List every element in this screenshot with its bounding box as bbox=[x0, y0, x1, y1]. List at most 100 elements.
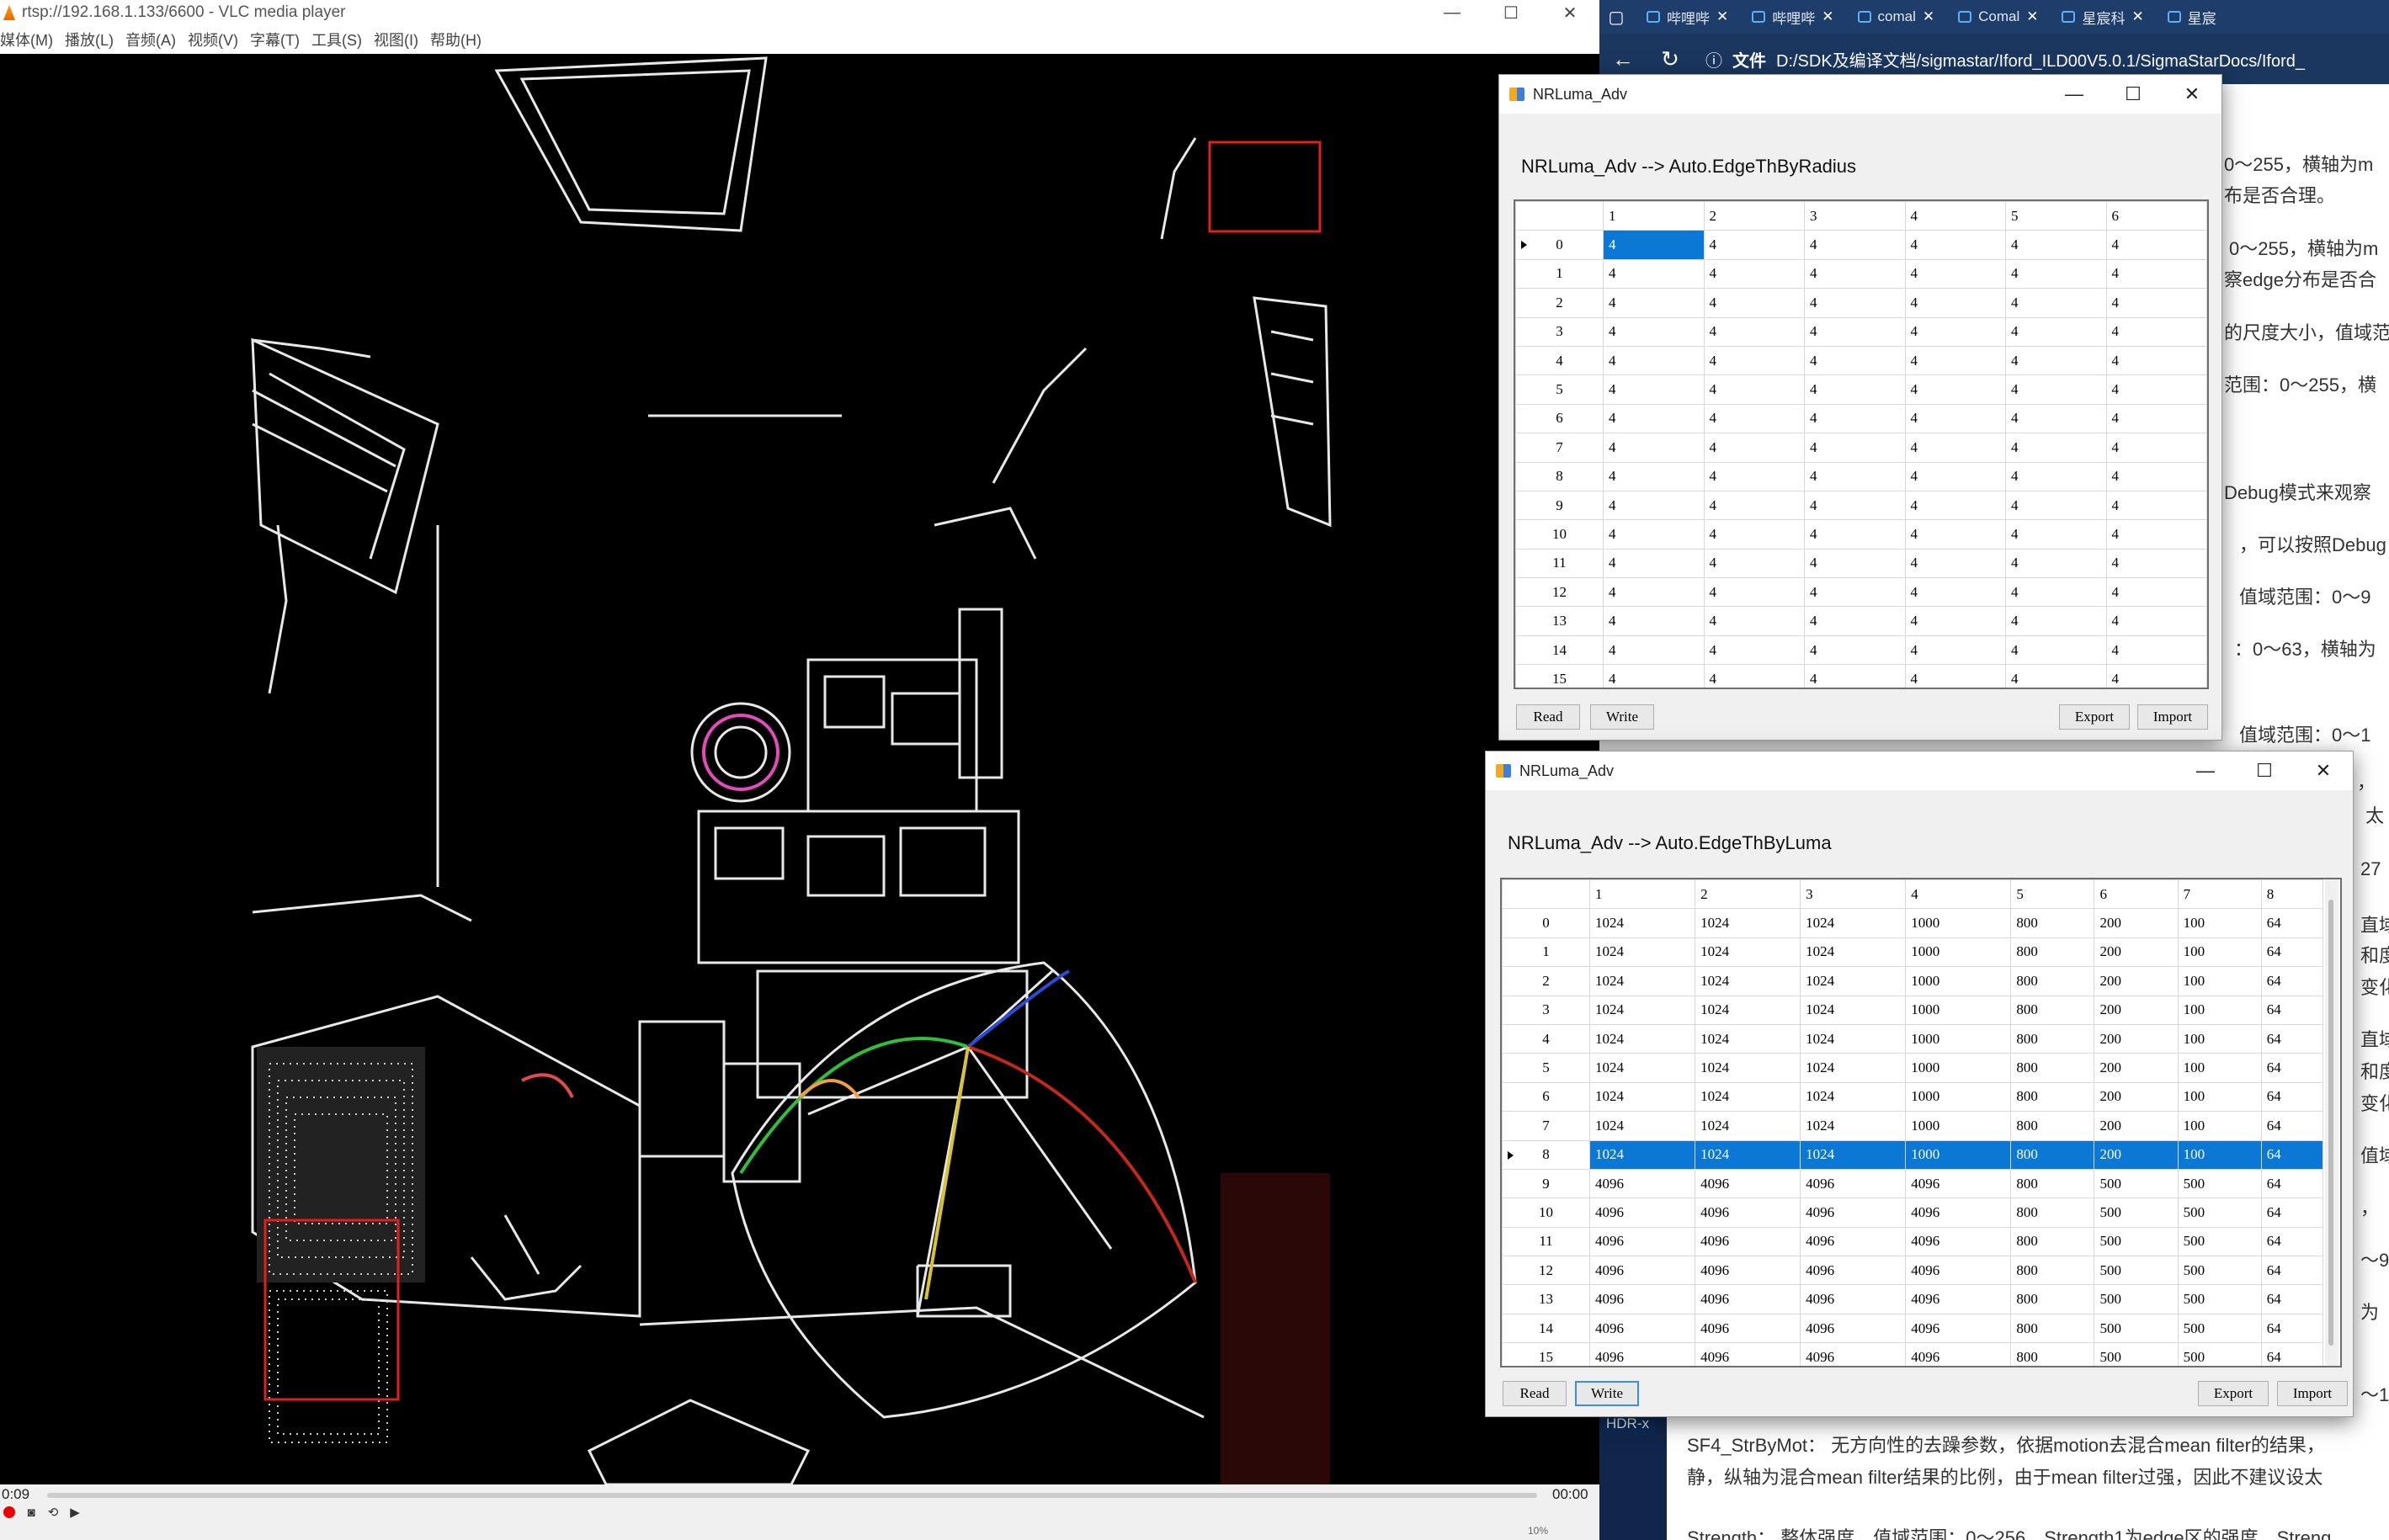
browser-tab[interactable]: 星宸科 ✕ bbox=[2051, 3, 2153, 30]
grid-cell[interactable]: 4096 bbox=[1695, 1168, 1801, 1199]
grid-cell[interactable]: 64 bbox=[2260, 1111, 2324, 1141]
grid-cell[interactable]: 4 bbox=[1804, 635, 1906, 666]
grid-cell[interactable]: 500 bbox=[2177, 1342, 2262, 1366]
table-row[interactable]: 6 1024 1024 1024 1000 800 200 100 64 bbox=[1502, 1081, 2324, 1113]
refresh-icon[interactable]: ↻ bbox=[1647, 46, 1694, 72]
grid-cell[interactable]: 4 bbox=[1904, 519, 2006, 550]
back-icon[interactable]: ← bbox=[1599, 46, 1647, 72]
grid-cell[interactable]: 500 bbox=[2094, 1197, 2179, 1228]
grid-cell[interactable]: 4 bbox=[1603, 461, 1705, 491]
row-header[interactable]: 5 bbox=[1515, 374, 1604, 405]
column-header[interactable]: 5 bbox=[2005, 201, 2107, 231]
row-header[interactable]: 2 bbox=[1515, 288, 1604, 318]
grid-cell[interactable]: 64 bbox=[2260, 1023, 2324, 1054]
grid-cell[interactable]: 1000 bbox=[1905, 937, 2012, 968]
grid-cell[interactable]: 4 bbox=[2005, 403, 2107, 434]
grid-cell[interactable]: 4 bbox=[1904, 258, 2006, 289]
grid-cell[interactable]: 500 bbox=[2177, 1197, 2262, 1228]
row-header[interactable]: 4 bbox=[1502, 1023, 1590, 1054]
grid-cell[interactable]: 4 bbox=[2105, 345, 2207, 376]
grid-cell[interactable]: 4 bbox=[2105, 577, 2207, 608]
grid-cell[interactable]: 800 bbox=[2010, 1342, 2095, 1366]
grid-cell[interactable]: 500 bbox=[2177, 1256, 2262, 1286]
row-header[interactable]: 10 bbox=[1502, 1197, 1590, 1228]
grid-cell[interactable]: 1024 bbox=[1588, 995, 1696, 1025]
browser-tab[interactable]: 哔哩哔 ✕ bbox=[1742, 3, 1844, 30]
grid-cell[interactable]: 4 bbox=[2005, 258, 2107, 289]
grid-cell[interactable]: 4 bbox=[1804, 664, 1906, 688]
write-button[interactable]: Write bbox=[1590, 704, 1654, 730]
grid-cell[interactable]: 4 bbox=[1603, 606, 1705, 636]
row-header[interactable]: 2 bbox=[1502, 966, 1590, 996]
grid-cell[interactable]: 500 bbox=[2094, 1256, 2179, 1286]
grid-cell[interactable]: 4 bbox=[2005, 230, 2107, 260]
column-header[interactable]: 6 bbox=[2105, 201, 2207, 231]
export-button[interactable]: Export bbox=[2198, 1381, 2269, 1406]
grid-cell[interactable]: 4 bbox=[1904, 490, 2006, 521]
grid-cell[interactable]: 4096 bbox=[1800, 1197, 1907, 1228]
grid-cell[interactable]: 800 bbox=[2010, 1081, 2095, 1113]
grid-cell[interactable]: 4 bbox=[2005, 461, 2107, 491]
grid-cell[interactable]: 4096 bbox=[1695, 1284, 1801, 1314]
grid-cell[interactable]: 4 bbox=[2005, 548, 2107, 579]
grid-cell[interactable]: 4 bbox=[1703, 230, 1805, 260]
grid-cell[interactable]: 64 bbox=[2260, 995, 2324, 1025]
grid-cell[interactable]: 800 bbox=[2010, 966, 2095, 996]
menu-help[interactable]: 帮助(H) bbox=[430, 29, 482, 50]
grid-cell[interactable]: 4 bbox=[2005, 519, 2107, 550]
grid-cell[interactable]: 4 bbox=[2005, 606, 2107, 636]
grid-cell[interactable]: 4 bbox=[1904, 577, 2006, 608]
grid-cell[interactable]: 4096 bbox=[1800, 1256, 1907, 1286]
import-button[interactable]: Import bbox=[2137, 704, 2208, 730]
grid-cell[interactable]: 1024 bbox=[1588, 1139, 1696, 1170]
grid-cell[interactable]: 1024 bbox=[1588, 1053, 1696, 1083]
seek-bar[interactable] bbox=[47, 1493, 1537, 1498]
column-header[interactable]: 2 bbox=[1695, 879, 1801, 910]
grid-cell[interactable]: 200 bbox=[2094, 1111, 2179, 1141]
grid-cell[interactable]: 4096 bbox=[1695, 1256, 1801, 1286]
table-row[interactable]: 10 4096 4096 4096 4096 800 500 500 64 bbox=[1502, 1197, 2324, 1228]
grid-cell[interactable]: 64 bbox=[2260, 1168, 2324, 1199]
close-tab-icon[interactable]: ✕ bbox=[2026, 8, 2038, 25]
table-row[interactable]: 2 1024 1024 1024 1000 800 200 100 64 bbox=[1502, 966, 2324, 996]
grid-cell[interactable]: 200 bbox=[2094, 937, 2179, 968]
grid-cell[interactable]: 4096 bbox=[1905, 1313, 2012, 1344]
grid-cell[interactable]: 500 bbox=[2094, 1226, 2179, 1257]
grid-cell[interactable]: 4 bbox=[1904, 461, 2006, 491]
grid-cell[interactable]: 4 bbox=[1603, 519, 1705, 550]
grid-cell[interactable]: 100 bbox=[2177, 1023, 2262, 1054]
video-frame[interactable] bbox=[0, 54, 1599, 1484]
grid-cell[interactable]: 4 bbox=[2005, 433, 2107, 463]
grid-cell[interactable]: 500 bbox=[2177, 1168, 2262, 1199]
maximize-icon[interactable]: ☐ bbox=[2235, 751, 2294, 790]
tab-actions-icon[interactable]: ▢ bbox=[1599, 0, 1633, 34]
grid-cell[interactable]: 4096 bbox=[1588, 1313, 1696, 1344]
grid-cell[interactable]: 1000 bbox=[1905, 1053, 2012, 1083]
grid-cell[interactable]: 4 bbox=[2105, 461, 2207, 491]
grid-cell[interactable]: 1024 bbox=[1695, 1139, 1801, 1170]
grid-cell[interactable]: 4 bbox=[1904, 403, 2006, 434]
data-grid[interactable]: 1 2 3 4 5 6 0444444144444424444443444444… bbox=[1514, 199, 2209, 689]
grid-cell[interactable]: 4 bbox=[1603, 664, 1705, 688]
grid-cell[interactable]: 1024 bbox=[1800, 995, 1907, 1025]
table-row[interactable]: 5 1024 1024 1024 1000 800 200 100 64 bbox=[1502, 1053, 2324, 1083]
grid-cell[interactable]: 500 bbox=[2177, 1226, 2262, 1257]
volume-level[interactable]: 10% bbox=[1528, 1525, 1548, 1537]
grid-cell[interactable]: 4 bbox=[1804, 519, 1906, 550]
grid-cell[interactable]: 1024 bbox=[1588, 1023, 1696, 1054]
grid-cell[interactable]: 64 bbox=[2260, 966, 2324, 996]
close-tab-icon[interactable]: ✕ bbox=[2131, 8, 2143, 25]
grid-cell[interactable]: 4 bbox=[1603, 635, 1705, 666]
row-header[interactable]: 14 bbox=[1515, 635, 1604, 666]
grid-cell[interactable]: 100 bbox=[2177, 1139, 2262, 1170]
grid-cell[interactable]: 200 bbox=[2094, 1023, 2179, 1054]
grid-cell[interactable]: 4 bbox=[2105, 635, 2207, 666]
grid-cell[interactable]: 800 bbox=[2010, 1139, 2095, 1170]
grid-cell[interactable]: 200 bbox=[2094, 1081, 2179, 1113]
grid-cell[interactable]: 4 bbox=[1603, 548, 1705, 579]
vlc-titlebar[interactable]: rtsp://192.168.1.133/6600 - VLC media pl… bbox=[0, 0, 1599, 25]
grid-cell[interactable]: 4 bbox=[1904, 548, 2006, 579]
grid-cell[interactable]: 4 bbox=[1804, 577, 1906, 608]
table-row[interactable]: 13 4096 4096 4096 4096 800 500 500 64 bbox=[1502, 1284, 2324, 1314]
grid-cell[interactable]: 4 bbox=[1904, 374, 2006, 405]
